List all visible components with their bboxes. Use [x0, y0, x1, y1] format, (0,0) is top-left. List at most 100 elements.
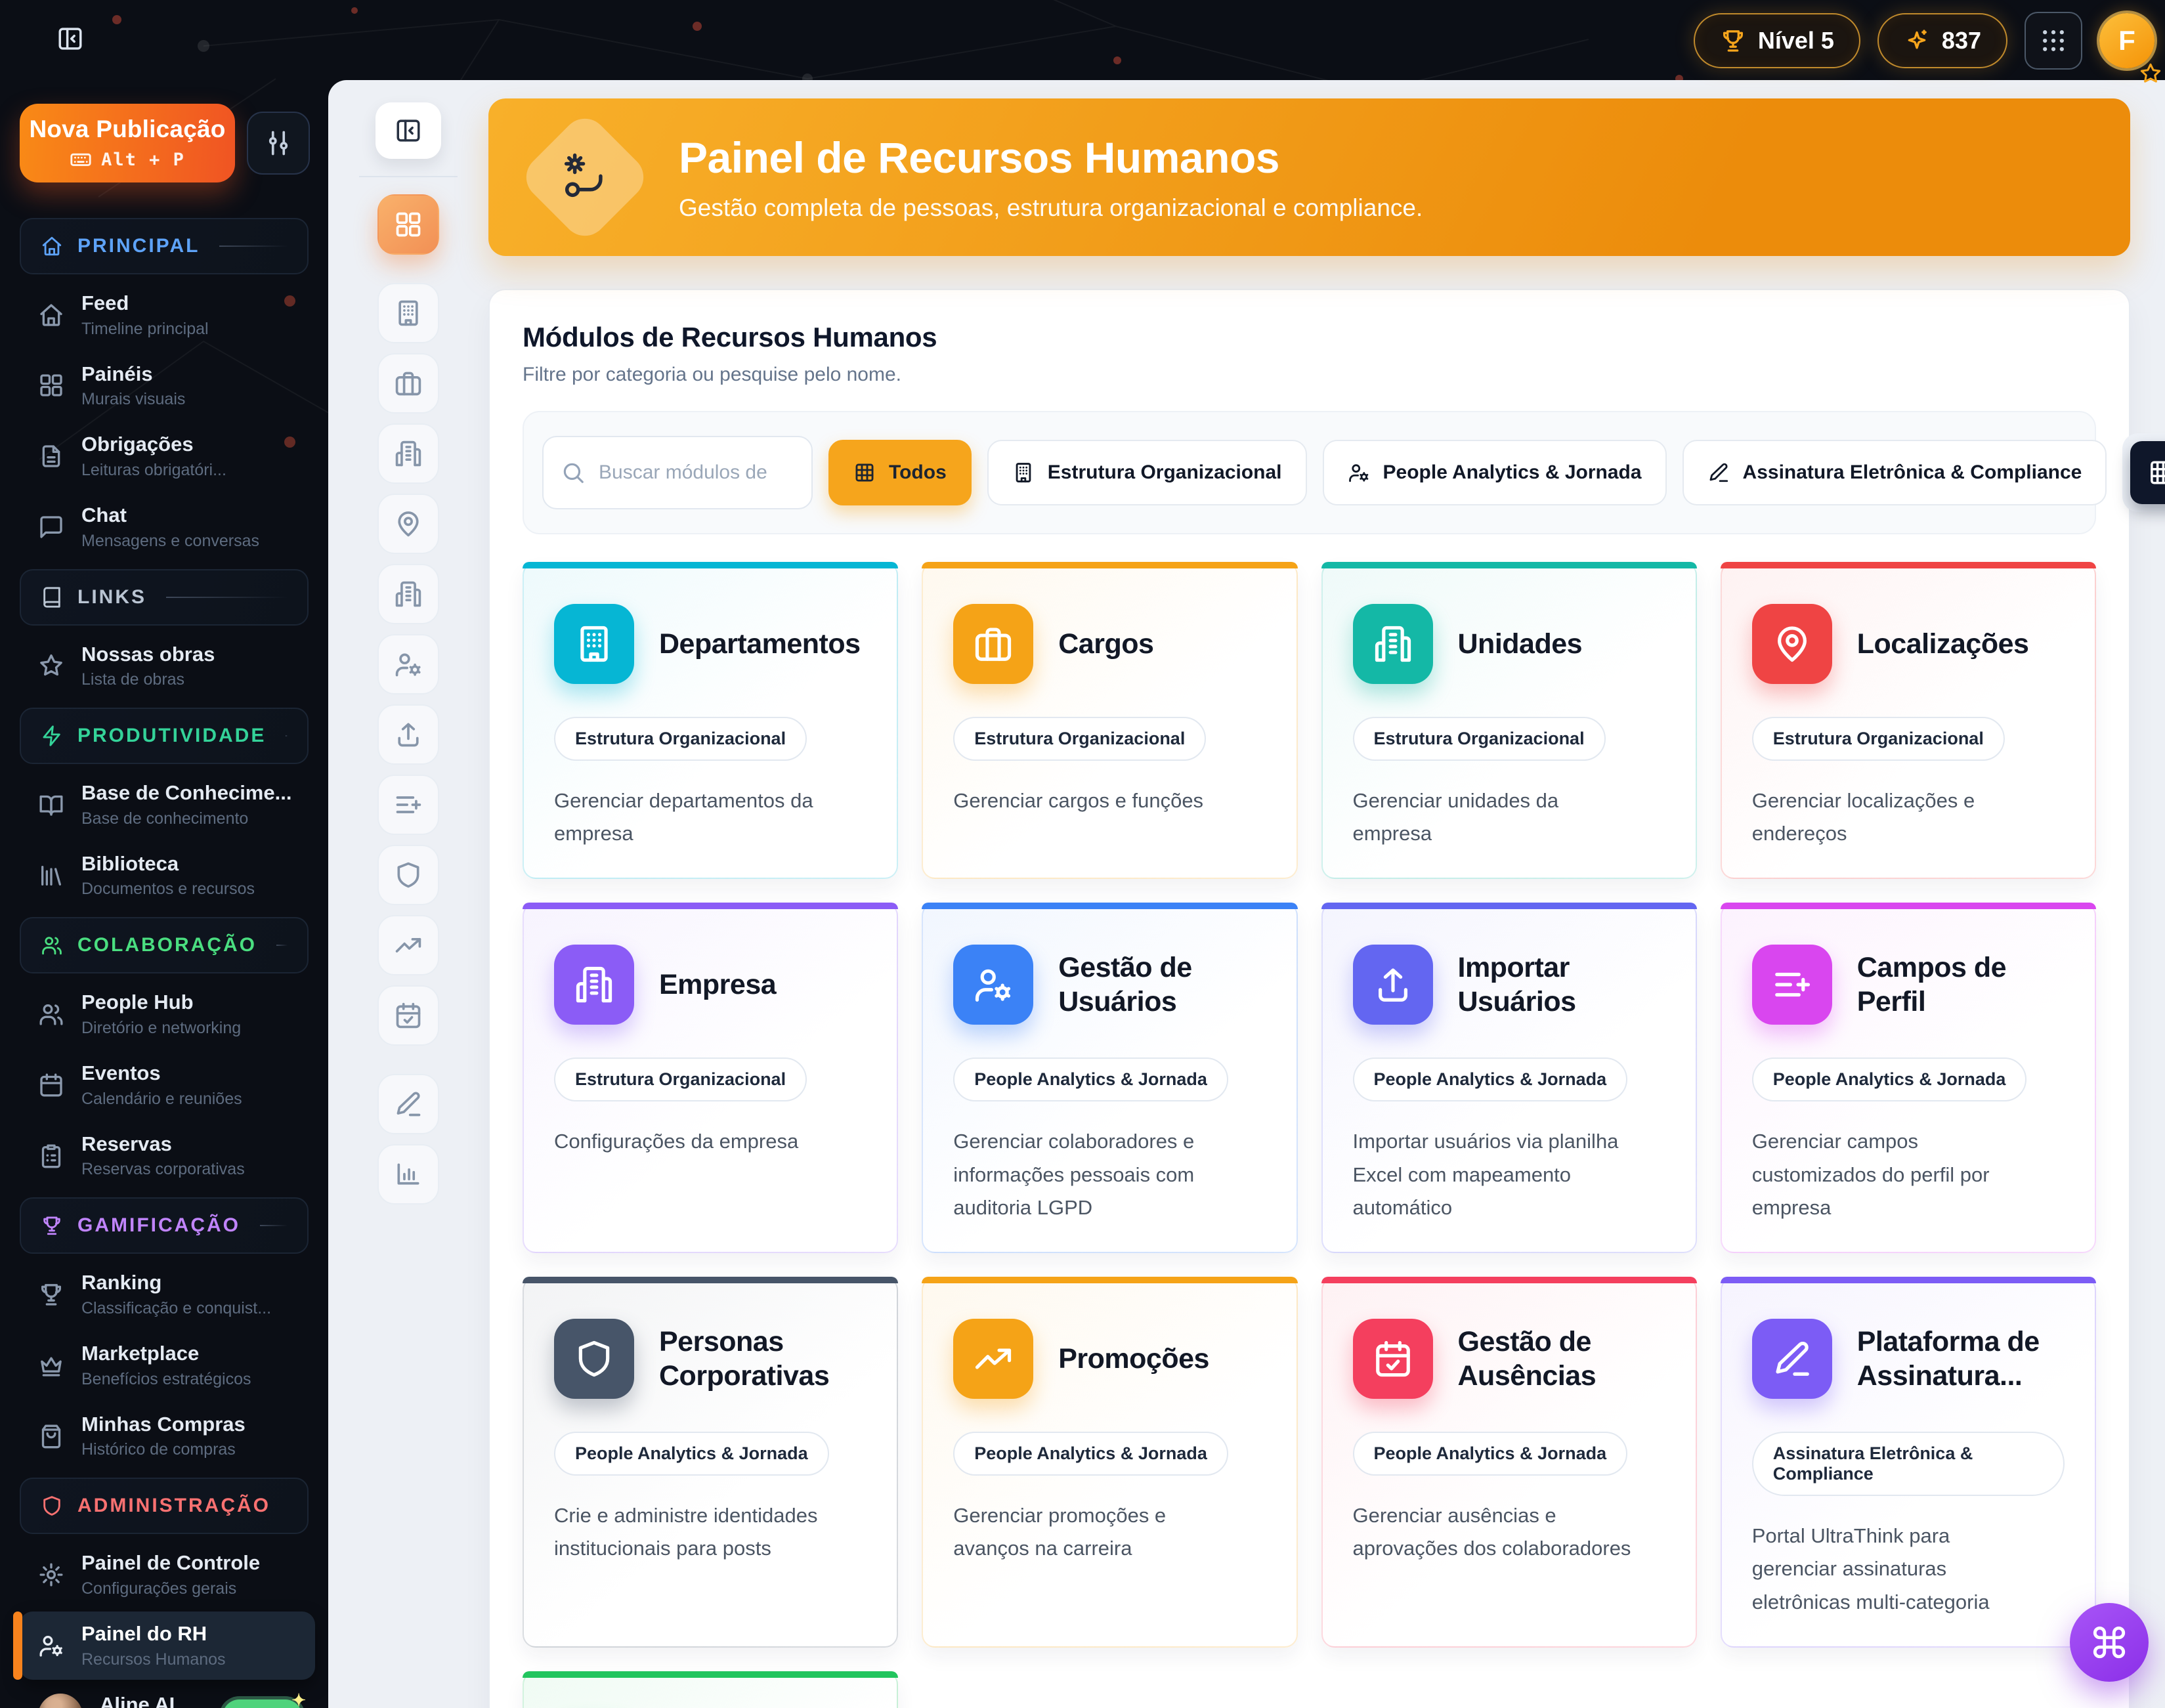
sidebar-section-header[interactable]: GAMIFICAÇÃO	[20, 1197, 309, 1254]
module-card-empresa[interactable]: EmpresaEstrutura OrganizacionalConfigura…	[523, 903, 898, 1253]
file-text-icon	[38, 443, 64, 469]
sidebar-item-reservas[interactable]: ReservasReservas corporativas	[20, 1122, 315, 1190]
building2-icon	[574, 964, 614, 1005]
module-card-importar-usu-rios[interactable]: Importar UsuáriosPeople Analytics & Jorn…	[1321, 903, 1697, 1253]
rail-button-map-pin[interactable]	[377, 494, 439, 554]
rail-button-trending-up[interactable]	[377, 915, 439, 975]
sidebar-collapse-icon[interactable]	[56, 25, 84, 53]
card-accent-bar	[1321, 903, 1697, 909]
sidebar-item-biblioteca[interactable]: BibliotecaDocumentos e recursos	[20, 842, 315, 910]
user-avatar[interactable]: F	[2099, 13, 2154, 68]
section-label: ADMINISTRAÇÃO	[77, 1495, 270, 1517]
module-card-gest-o-de-aus-ncias[interactable]: Gestão de AusênciasPeople Analytics & Jo…	[1321, 1277, 1697, 1648]
apps-grid-button[interactable]	[2025, 12, 2082, 70]
upload-icon	[394, 720, 423, 749]
sidebar-section-header[interactable]: COLABORAÇÃO	[20, 917, 309, 973]
module-card-campos-de-perfil[interactable]: Campos de PerfilPeople Analytics & Jorna…	[1721, 903, 2096, 1253]
sidebar-section-header[interactable]: ADMINISTRAÇÃO	[20, 1478, 309, 1534]
grid-view-button[interactable]	[2130, 441, 2165, 504]
clipboard-list-icon	[38, 1143, 64, 1169]
card-accent-bar	[1321, 562, 1697, 568]
module-card-gest-o-de-usu-rios[interactable]: Gestão de UsuáriosPeople Analytics & Jor…	[922, 903, 1297, 1253]
command-fab-button[interactable]	[2070, 1603, 2149, 1682]
card-title: Gestão de Ausências	[1458, 1325, 1665, 1394]
search-icon	[561, 460, 586, 485]
rail-button-layout-grid[interactable]	[377, 194, 439, 255]
category-filters: Todos Estrutura Organizacional People Anal…	[828, 440, 2107, 505]
search-icon	[561, 460, 586, 485]
sidebar-item-painel-do-rh[interactable]: Painel do RHRecursos Humanos	[20, 1612, 315, 1680]
level-badge[interactable]: Nível 5	[1694, 13, 1860, 68]
filter-chip-people-analytics-jornada[interactable]: People Analytics & Jornada	[1323, 440, 1667, 505]
chip-label: Estrutura Organizacional	[1048, 461, 1282, 484]
sidebar-item-aline-ai[interactable]: Aline AIAssistente Intel...Novo✦	[20, 1682, 315, 1708]
rail-button-user-cog[interactable]	[377, 634, 439, 694]
filter-chip-estrutura-organizacional[interactable]: Estrutura Organizacional	[987, 440, 1307, 505]
card-description: Gerenciar promoções e avanços na carreir…	[953, 1499, 1241, 1565]
sidebar-item-nossas-obras[interactable]: Nossas obrasLista de obras	[20, 632, 315, 700]
main-content: Painel de Recursos Humanos Gestão comple…	[488, 80, 2130, 1708]
module-card-departamentos[interactable]: DepartamentosEstrutura OrganizacionalGer…	[523, 562, 898, 879]
sidebar-item-painel-de-controle[interactable]: Painel de ControleConfigurações gerais	[20, 1541, 315, 1609]
rail-button-building2[interactable]	[377, 564, 439, 624]
item-subtitle: Diretório e networking	[81, 1019, 241, 1038]
sidebar-item-eventos[interactable]: EventosCalendário e reuniões	[20, 1051, 315, 1119]
keyboard-icon	[70, 148, 92, 171]
card-icon-tile	[953, 1319, 1033, 1399]
shield-icon	[574, 1338, 614, 1379]
sidebar-item-people-hub[interactable]: People HubDiretório e networking	[20, 980, 315, 1048]
module-card-plataforma-de-assinatura-[interactable]: Plataforma de Assinatura...Assinatura El…	[1721, 1277, 2096, 1648]
sidebar-item-feed[interactable]: FeedTimeline principal	[20, 281, 315, 349]
sidebar-section-header[interactable]: LINKS	[20, 569, 309, 626]
module-card-unidades[interactable]: UnidadesEstrutura OrganizacionalGerencia…	[1321, 562, 1697, 879]
card-description: Configurações da empresa	[554, 1125, 842, 1158]
rail-button-shield[interactable]	[377, 845, 439, 905]
user-avatar-wrap: F	[2099, 13, 2154, 68]
sidebar-item-base-de-conhecime-[interactable]: Base de Conhecime...Base de conhecimento	[20, 771, 315, 839]
rail-button-list-plus[interactable]	[377, 775, 439, 835]
points-badge[interactable]: 837	[1877, 13, 2007, 68]
filter-chip-todos[interactable]: Todos	[828, 440, 972, 505]
module-card-localiza-es[interactable]: LocalizaçõesEstrutura OrganizacionalGere…	[1721, 562, 2096, 879]
section-label: PRODUTIVIDADE	[77, 725, 266, 747]
card-description: Gerenciar departamentos da empresa	[554, 784, 842, 850]
sidebar-section-header[interactable]: PRINCIPAL	[20, 218, 309, 274]
sidebar-section-header[interactable]: PRODUTIVIDADE	[20, 708, 309, 764]
rail-button-upload[interactable]	[377, 704, 439, 765]
item-title: Base de Conhecime...	[81, 781, 291, 805]
sidebar-item-marketplace[interactable]: MarketplaceBenefícios estratégicos	[20, 1331, 315, 1399]
search-input[interactable]	[597, 461, 794, 484]
rail-button-building[interactable]	[377, 283, 439, 343]
star-icon	[38, 652, 64, 679]
bar-chart-icon	[394, 1160, 423, 1189]
rail-button-bar-chart[interactable]	[377, 1144, 439, 1205]
chip-label: Assinatura Eletrônica & Compliance	[1743, 461, 2082, 484]
module-card-personas-corporativas[interactable]: Personas CorporativasPeople Analytics & …	[523, 1277, 898, 1648]
command-icon	[2090, 1623, 2128, 1661]
sidebar-settings-button[interactable]	[247, 112, 310, 175]
filter-chip-assinatura-eletr-nica-compliance[interactable]: Assinatura Eletrônica & Compliance	[1683, 440, 2107, 505]
sidebar-item-pain-is[interactable]: PainéisMurais visuais	[20, 352, 315, 420]
building-icon	[574, 624, 614, 664]
star-icon	[2139, 62, 2162, 85]
card-accent-bar	[922, 562, 1297, 568]
rail-button-pen-line[interactable]	[377, 1074, 439, 1134]
card-category-badge: People Analytics & Jornada	[1752, 1057, 2027, 1101]
card-category-badge: People Analytics & Jornada	[953, 1432, 1228, 1476]
module-card-cargos[interactable]: CargosEstrutura OrganizacionalGerenciar …	[922, 562, 1297, 879]
sidebar-item-chat[interactable]: ChatMensagens e conversas	[20, 493, 315, 561]
module-card-relat-rios-de-assinatura-[interactable]: Relatórios de Assinatura...Assinatura El…	[523, 1671, 898, 1708]
card-title: Departamentos	[659, 627, 861, 661]
card-category-badge: People Analytics & Jornada	[953, 1057, 1228, 1101]
rail-button-calendar-check[interactable]	[377, 985, 439, 1046]
rail-collapse-button[interactable]	[375, 102, 441, 159]
new-post-button[interactable]: Nova Publicação Alt + P	[20, 104, 235, 182]
rail-button-briefcase[interactable]	[377, 353, 439, 414]
item-title: Minhas Compras	[81, 1413, 246, 1436]
rail-button-building2[interactable]	[377, 423, 439, 484]
sidebar-item-obriga-es[interactable]: ObrigaçõesLeituras obrigatóri...	[20, 422, 315, 490]
upload-icon	[1373, 964, 1413, 1005]
module-card-promo-es[interactable]: PromoçõesPeople Analytics & JornadaGeren…	[922, 1277, 1297, 1648]
sidebar-item-minhas-compras[interactable]: Minhas ComprasHistórico de compras	[20, 1402, 315, 1470]
sidebar-item-ranking[interactable]: RankingClassificação e conquist...	[20, 1260, 315, 1329]
